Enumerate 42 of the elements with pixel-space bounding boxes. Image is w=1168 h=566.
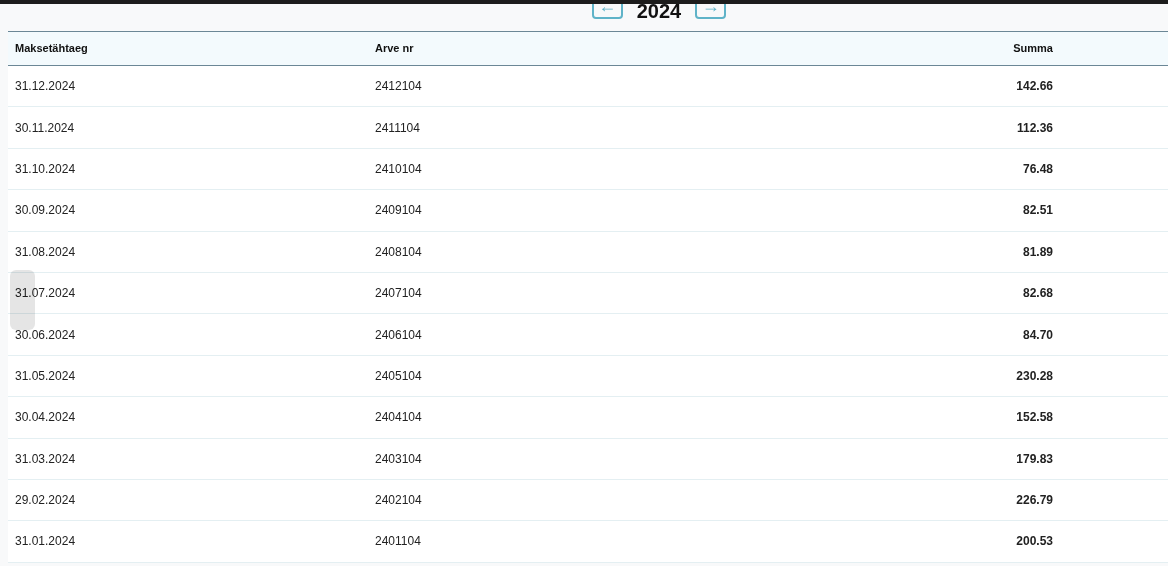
table-cell-text: 2401104 <box>375 533 422 551</box>
table-cell-text: 30.04.2024 <box>14 409 77 427</box>
table-cell-text: 31.12.2024 <box>14 78 77 96</box>
table-cell-text: 30.11.2024 <box>14 119 76 137</box>
table-cell-text: 152.58 <box>1015 409 1053 427</box>
table-cell-text: 76.48 <box>1021 160 1053 178</box>
table-cell-text: 2405104 <box>375 367 423 385</box>
table-cell-text: 31.10.2024 <box>14 160 77 178</box>
table-cell-text: 31.08.2024 <box>14 243 77 261</box>
table-cell-text: 82.68 <box>1021 285 1053 303</box>
table-cell-text: 31.05.2024 <box>14 367 77 385</box>
table-cell-text: 2406104 <box>375 326 423 344</box>
table-cell-text: 29.02.2024 <box>14 492 77 510</box>
table-cell-text: 30.09.2024 <box>14 202 77 220</box>
table-cell-text: 142.66 <box>1015 78 1053 96</box>
table-cell-text: 31.07.2024 <box>14 285 77 303</box>
table-cell-text: 179.83 <box>1015 450 1053 468</box>
year-label: 2024 <box>636 4 682 22</box>
table-cell-text: 2404104 <box>375 409 423 427</box>
table-cell-text: 81.89 <box>1021 243 1053 261</box>
table-cell-text: 2410104 <box>375 160 423 178</box>
next-year-button[interactable]: → <box>695 4 727 19</box>
column-header: Arve nr <box>375 41 415 57</box>
table-cell-text: 2411104 <box>375 119 421 137</box>
previous-year-button[interactable]: ← <box>591 4 623 19</box>
table-cell-text: 31.01.2024 <box>14 533 77 551</box>
table-cell-text: 230.28 <box>1015 367 1053 385</box>
table-cell-text: 226.79 <box>1015 492 1053 510</box>
table-cell-text: 2407104 <box>375 285 423 303</box>
table-cell-text: 82.51 <box>1021 202 1053 220</box>
table-cell-text: 2412104 <box>375 78 423 96</box>
table-cell-text: 2408104 <box>375 243 423 261</box>
table-cell-text: 31.03.2024 <box>14 450 77 468</box>
column-header: Summa <box>1012 41 1053 57</box>
table-cell-text: 84.70 <box>1021 326 1053 344</box>
column-header: Maksetähtaeg <box>14 41 89 57</box>
table-cell-text: 2409104 <box>375 202 423 220</box>
table-cell-text: 112.36 <box>1015 119 1053 137</box>
table-cell-text: 30.06.2024 <box>14 326 77 344</box>
table-cell-text: 2403104 <box>375 450 423 468</box>
table-cell-text: 2402104 <box>375 492 423 510</box>
table-cell-text: 200.53 <box>1015 533 1053 551</box>
